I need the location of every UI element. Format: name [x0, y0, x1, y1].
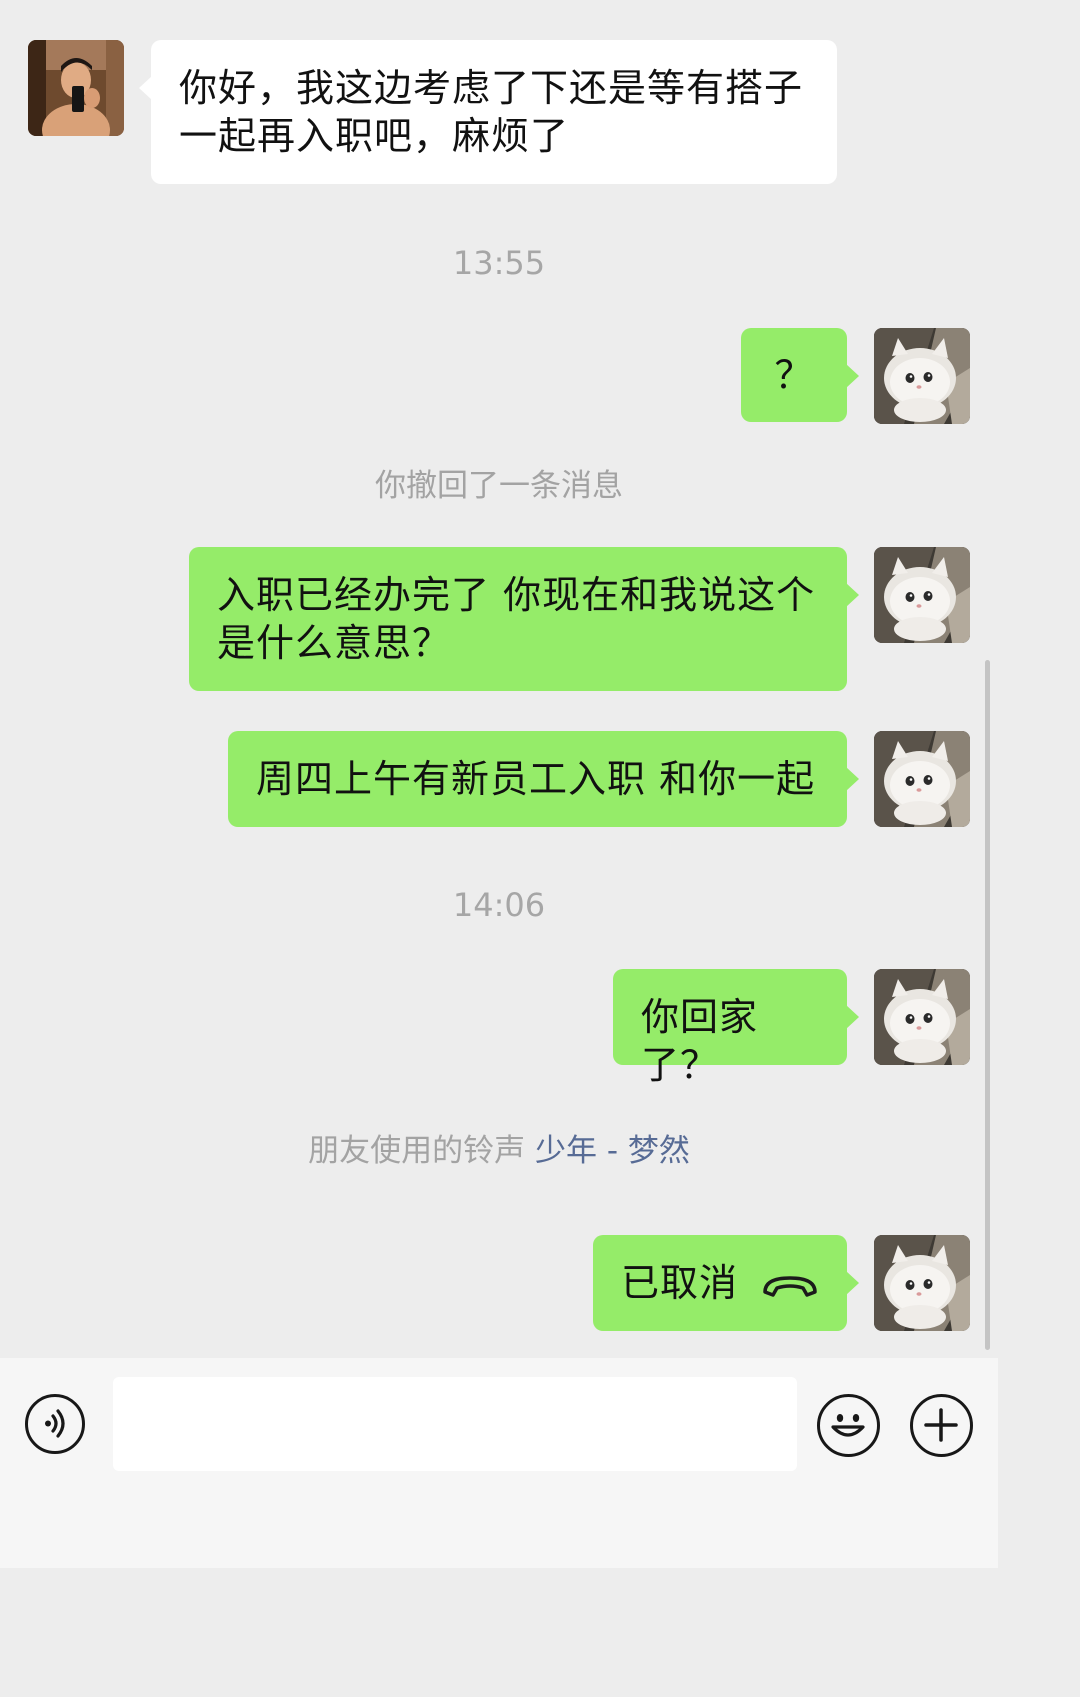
- call-status-text: 已取消: [621, 1261, 739, 1305]
- ringtone-prefix: 朋友使用的铃声: [308, 1133, 526, 1169]
- ringtone-notice: 朋友使用的铃声 少年 - 梦然: [0, 1125, 998, 1170]
- emoji-icon[interactable]: [817, 1394, 880, 1457]
- white-cat-avatar[interactable]: [874, 731, 970, 827]
- phone-hangup-icon: [761, 1265, 819, 1313]
- ringtone-song-link[interactable]: 少年 - 梦然: [535, 1133, 690, 1169]
- message-text: 周四上午有新员工入职 和你一起: [256, 757, 816, 801]
- white-cat-avatar[interactable]: [874, 969, 970, 1065]
- message-text: 你回家了？: [641, 995, 759, 1087]
- message-line: 一起再入职吧，麻烦了: [179, 114, 570, 158]
- call-cancelled-bubble[interactable]: 已取消: [593, 1235, 859, 1331]
- timestamp: 13:55: [452, 244, 546, 282]
- message-bubble-incoming[interactable]: 你好，我这边考虑了下还是等有搭子 一起再入职吧，麻烦了: [139, 40, 837, 184]
- plus-icon[interactable]: [910, 1394, 973, 1457]
- message-line: 入职已经办完了 你现在和我说这个: [217, 573, 816, 617]
- user-photo-avatar[interactable]: [28, 40, 124, 136]
- message-text: ？: [774, 353, 814, 397]
- white-cat-avatar[interactable]: [874, 328, 970, 424]
- white-cat-avatar[interactable]: [874, 1235, 970, 1331]
- timestamp: 14:06: [452, 886, 546, 924]
- message-bubble-outgoing[interactable]: 你回家了？: [613, 969, 859, 1087]
- message-line: 你好，我这边考虑了下还是等有搭子: [179, 66, 804, 110]
- message-input[interactable]: [113, 1377, 797, 1471]
- message-bubble-outgoing[interactable]: ？: [741, 328, 859, 422]
- white-cat-avatar[interactable]: [874, 547, 970, 643]
- scrollbar[interactable]: [985, 660, 990, 1350]
- message-bubble-outgoing[interactable]: 入职已经办完了 你现在和我说这个 是什么意思？: [189, 547, 859, 691]
- chat-area[interactable]: 你好，我这边考虑了下还是等有搭子 一起再入职吧，麻烦了 13:55 ？ 你撤回了…: [0, 0, 998, 1358]
- message-line: 是什么意思？: [217, 621, 452, 665]
- voice-icon[interactable]: [25, 1394, 85, 1454]
- message-bubble-outgoing[interactable]: 周四上午有新员工入职 和你一起: [228, 731, 859, 827]
- system-message-recalled: 你撤回了一条消息: [375, 468, 623, 504]
